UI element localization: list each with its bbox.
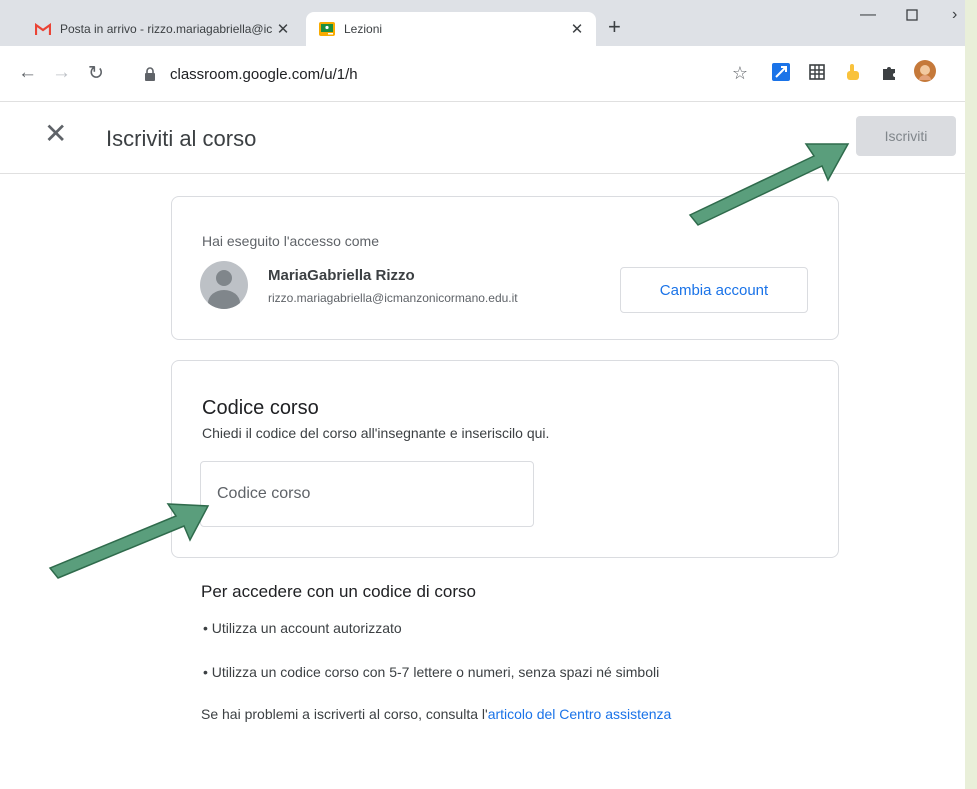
back-arrow-icon[interactable]: ← [18, 62, 37, 84]
star-icon[interactable]: ☆ [732, 63, 748, 84]
maximize-icon[interactable] [906, 8, 918, 26]
tab-title: Lezioni [344, 22, 383, 36]
instructions-heading: Per accedere con un codice di corso [201, 582, 476, 601]
close-icon[interactable]: ✕ [44, 120, 67, 148]
close-tab-icon[interactable]: ✕ [272, 20, 294, 38]
gmail-icon [34, 21, 52, 37]
help-center-link[interactable]: articolo del Centro assistenza [488, 706, 672, 722]
minimize-icon[interactable]: — [860, 6, 876, 24]
course-code-card: Codice corso Chiedi il codice del corso … [171, 360, 839, 558]
tab-gmail[interactable]: Posta in arrivo - rizzo.mariagabriella@i… [26, 12, 302, 46]
annotation-arrow-icon [48, 503, 210, 579]
address-toolbar: ← → ↻ classroom.google.com/u/1/h ☆ [0, 46, 965, 102]
annotation-arrow-icon [688, 143, 850, 226]
course-code-hint: Chiedi il codice del corso all'insegnant… [202, 425, 550, 441]
instruction-item: • Utilizza un codice corso con 5-7 lette… [203, 664, 660, 680]
course-code-title: Codice corso [202, 397, 319, 419]
tab-title: Posta in arrivo - rizzo.mariagabriella@i… [60, 22, 272, 36]
profile-avatar-icon[interactable] [914, 60, 936, 82]
grid-extension-icon[interactable] [808, 63, 826, 81]
chevron-right-icon[interactable]: › [952, 6, 957, 24]
classroom-icon [318, 21, 336, 37]
address-bar[interactable]: classroom.google.com/u/1/h ☆ [134, 57, 758, 91]
reload-icon[interactable]: ↻ [88, 62, 104, 85]
tab-lezioni[interactable]: Lezioni ✕ [306, 12, 596, 46]
course-code-input[interactable] [200, 461, 534, 527]
user-name: MariaGabriella Rizzo [268, 267, 415, 284]
extension-icon[interactable] [772, 63, 790, 81]
lock-icon [144, 67, 156, 81]
forward-arrow-icon[interactable]: → [52, 62, 71, 84]
user-email: rizzo.mariagabriella@icmanzonicormano.ed… [268, 291, 518, 305]
help-text: Se hai problemi a iscriverti al corso, c… [201, 706, 671, 722]
puzzle-icon[interactable] [880, 63, 898, 81]
browser-window: Posta in arrivo - rizzo.mariagabriella@i… [0, 0, 965, 789]
tab-strip: Posta in arrivo - rizzo.mariagabriella@i… [0, 0, 965, 46]
url-text: classroom.google.com/u/1/h [170, 65, 358, 83]
page-title: Iscriviti al corso [106, 126, 257, 151]
signed-in-label: Hai eseguito l'accesso come [202, 233, 379, 249]
close-tab-icon[interactable]: ✕ [566, 20, 588, 38]
avatar [200, 261, 248, 309]
new-tab-button[interactable]: + [608, 14, 621, 40]
instruction-item: • Utilizza un account autorizzato [203, 620, 402, 636]
switch-account-button[interactable]: Cambia account [620, 267, 808, 313]
help-prefix: Se hai problemi a iscriverti al corso, c… [201, 706, 488, 722]
enroll-button[interactable]: Iscriviti [856, 116, 956, 156]
hand-extension-icon[interactable] [844, 63, 862, 81]
